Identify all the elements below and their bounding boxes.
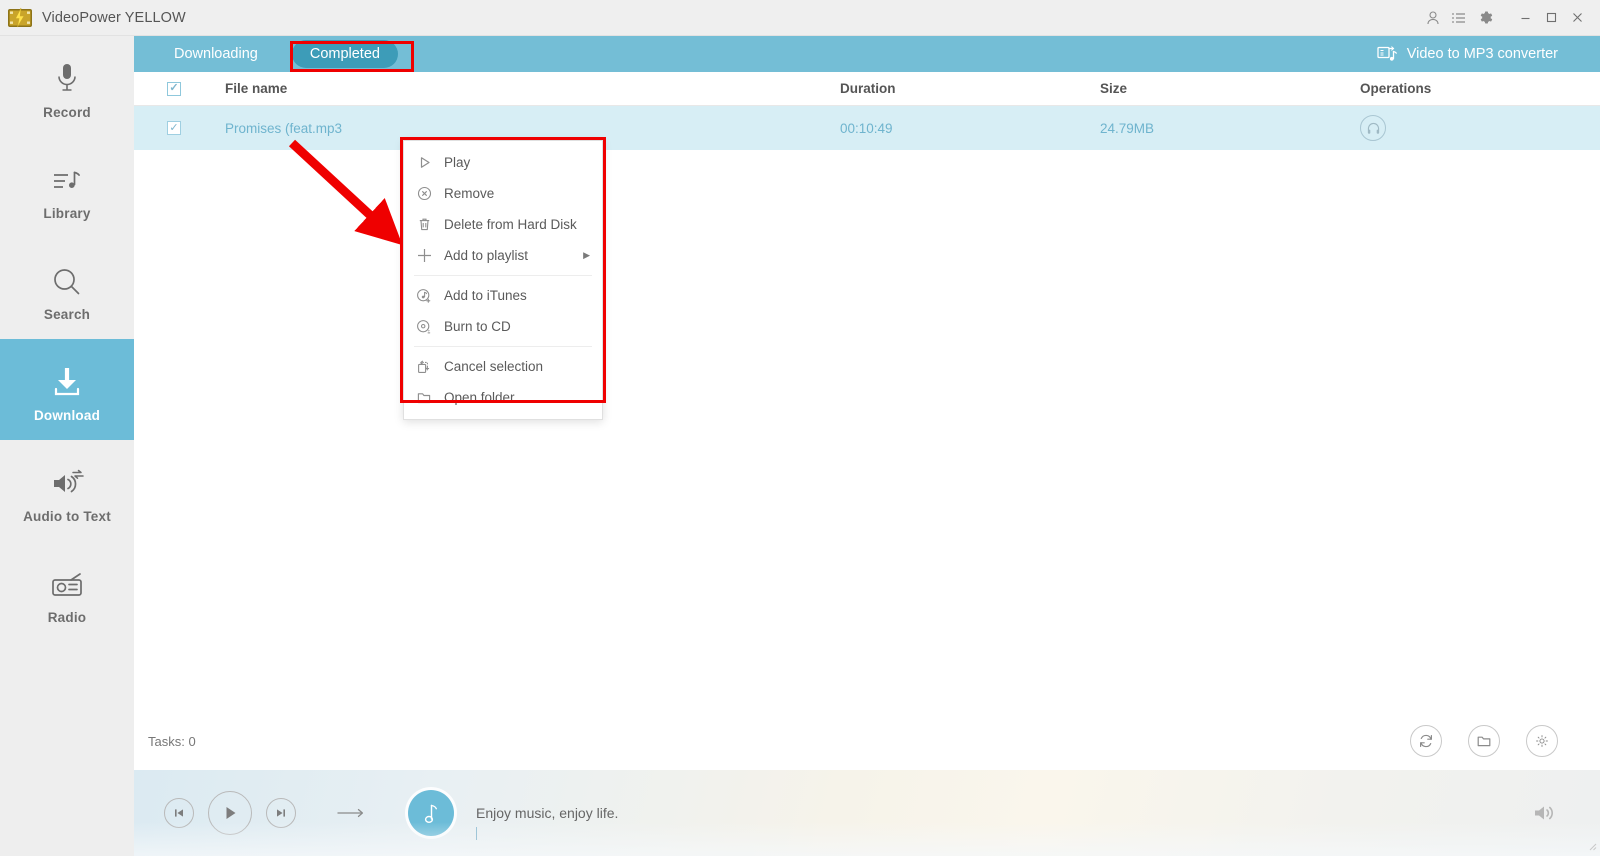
context-menu-item-delete-from-hard-disk[interactable]: Delete from Hard Disk: [404, 209, 602, 240]
status-bar: Tasks: 0: [134, 712, 1600, 770]
resize-grip-icon[interactable]: [1586, 840, 1597, 854]
context-menu-item-open-folder[interactable]: Open folder: [404, 382, 602, 413]
context-menu-item-burn-to-cd[interactable]: Burn to CD: [404, 311, 602, 342]
app-window: VideoPower YELLOW Record Library Search …: [0, 0, 1600, 856]
column-header-file-name[interactable]: File name: [214, 81, 840, 96]
tab-downloading[interactable]: Downloading: [156, 40, 276, 68]
folder-icon: [404, 390, 444, 406]
row-operations: [1360, 115, 1600, 141]
plus-icon: [404, 247, 444, 264]
context-menu-label: Add to iTunes: [444, 288, 527, 303]
gear-icon[interactable]: [1472, 0, 1498, 36]
context-menu-label: Remove: [444, 186, 495, 201]
sidebar-item-label: Radio: [47, 609, 87, 625]
burn-to-cd-icon: [404, 319, 444, 335]
context-menu-item-play[interactable]: Play: [404, 147, 602, 178]
row-checkbox[interactable]: ✓: [167, 121, 181, 135]
video-to-mp3-icon: [1377, 45, 1397, 63]
play-triangle-icon: [404, 155, 444, 170]
microphone-icon: [52, 54, 82, 96]
context-menu-label: Open folder: [444, 390, 515, 405]
sidebar-item-label: Library: [43, 205, 91, 221]
radio-icon: [49, 559, 85, 601]
table-body: ✓ Promises (feat.mp3 00:10:49 24.79MB: [134, 106, 1600, 712]
sidebar-item-label: Search: [43, 306, 91, 322]
context-menu-item-cancel-selection[interactable]: Cancel selection: [404, 351, 602, 382]
sidebar: Record Library Search Download Audio to …: [0, 36, 134, 856]
close-button[interactable]: [1564, 0, 1590, 36]
previous-track-icon[interactable]: [164, 798, 194, 828]
sidebar-item-library[interactable]: Library: [0, 137, 134, 238]
player-message: Enjoy music, enjoy life.: [476, 805, 618, 840]
trash-icon: [404, 217, 444, 232]
context-menu-label: Delete from Hard Disk: [444, 217, 577, 232]
refresh-icon[interactable]: [1410, 725, 1442, 757]
sidebar-item-label: Record: [43, 104, 91, 120]
person-icon[interactable]: [1420, 0, 1446, 36]
tasks-count-label: Tasks: 0: [148, 733, 196, 749]
maximize-button[interactable]: [1538, 0, 1564, 36]
status-bar-actions: [1410, 725, 1558, 757]
app-logo-icon: [8, 7, 32, 29]
context-menu: Play Remove Delete from Hard Disk Add to…: [403, 140, 603, 420]
select-all-checkbox[interactable]: ✓: [167, 81, 181, 96]
context-menu-item-remove[interactable]: Remove: [404, 178, 602, 209]
tab-completed-wrapper: Completed: [291, 40, 398, 68]
row-checkbox-cell: ✓: [134, 121, 214, 135]
row-size: 24.79MB: [1100, 120, 1155, 136]
folder-icon[interactable]: [1468, 725, 1500, 757]
row-duration: 00:10:49: [840, 120, 893, 136]
context-menu-label: Cancel selection: [444, 359, 544, 374]
title-bar: VideoPower YELLOW: [0, 0, 1600, 36]
sidebar-item-label: Audio to Text: [23, 508, 111, 524]
sidebar-item-record[interactable]: Record: [0, 36, 134, 137]
next-track-icon[interactable]: [266, 798, 296, 828]
column-header-operations: Operations: [1360, 81, 1432, 96]
sidebar-item-search[interactable]: Search: [0, 238, 134, 339]
row-file-name[interactable]: Promises (feat.mp3: [214, 121, 840, 136]
play-icon[interactable]: [208, 791, 252, 835]
table-header: ✓ File name Duration Size Operations: [134, 72, 1600, 106]
sidebar-item-download[interactable]: Download: [0, 339, 134, 440]
volume-icon[interactable]: [1532, 802, 1556, 824]
app-title: VideoPower YELLOW: [42, 9, 186, 26]
context-menu-label: Add to playlist: [444, 248, 529, 263]
context-menu-label: Burn to CD: [444, 319, 511, 334]
headphones-icon[interactable]: [1360, 115, 1386, 141]
sidebar-item-audio-to-text[interactable]: Audio to Text: [0, 440, 134, 541]
context-menu-separator: [414, 346, 592, 347]
tab-completed[interactable]: Completed: [291, 40, 398, 68]
context-menu-item-add-to-playlist[interactable]: Add to playlist ▶: [404, 240, 602, 271]
column-header-size[interactable]: Size: [1100, 81, 1360, 96]
add-to-itunes-icon: [404, 288, 444, 304]
gear-icon[interactable]: [1526, 725, 1558, 757]
sidebar-item-label: Download: [33, 407, 101, 423]
context-menu-item-add-to-itunes[interactable]: Add to iTunes: [404, 280, 602, 311]
submenu-arrow-icon: ▶: [583, 250, 590, 260]
album-art-music-note-icon[interactable]: [408, 790, 454, 836]
list-icon[interactable]: [1446, 0, 1472, 36]
converter-label: Video to MP3 converter: [1406, 46, 1558, 62]
repeat-arrow-icon[interactable]: [334, 806, 368, 820]
remove-circle-x-icon: [404, 186, 444, 201]
video-to-mp3-converter-button[interactable]: Video to MP3 converter: [1377, 45, 1558, 63]
tab-bar: Downloading Completed Video to MP3 conve…: [134, 36, 1600, 72]
select-all-checkbox-cell: ✓: [134, 81, 214, 96]
search-icon: [51, 256, 83, 298]
player-progress-caret: [476, 827, 477, 840]
column-header-duration[interactable]: Duration: [840, 81, 1100, 96]
cancel-selection-icon: [404, 359, 444, 375]
table-row[interactable]: ✓ Promises (feat.mp3 00:10:49 24.79MB: [134, 106, 1600, 150]
download-icon: [50, 357, 84, 399]
context-menu-separator: [414, 275, 592, 276]
sidebar-item-radio[interactable]: Radio: [0, 541, 134, 642]
player-bar: Enjoy music, enjoy life.: [134, 770, 1600, 856]
audio-to-text-icon: [49, 458, 85, 500]
context-menu-label: Play: [444, 155, 471, 170]
music-library-icon: [50, 155, 84, 197]
title-bar-controls: [1420, 0, 1600, 36]
minimize-button[interactable]: [1512, 0, 1538, 36]
